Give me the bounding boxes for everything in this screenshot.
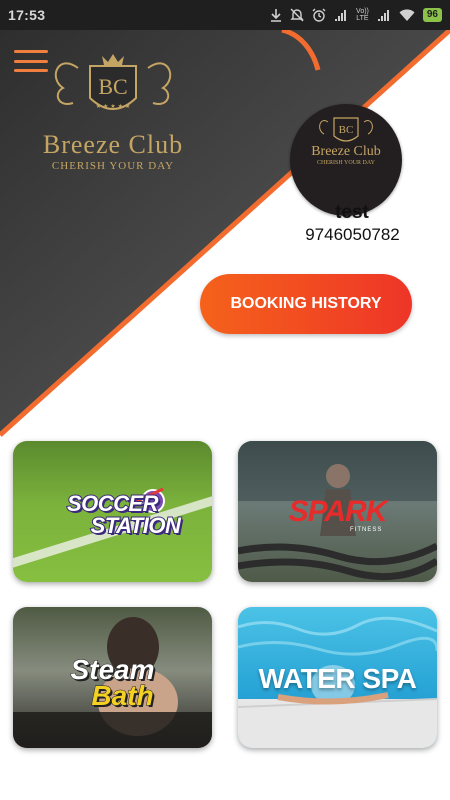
spark-title: SPARK [288, 495, 388, 528]
profile-avatar[interactable]: BC Breeze Club CHERISH YOUR DAY [290, 104, 402, 216]
soccer-title-line2: STATION [90, 513, 182, 538]
svg-text:BC: BC [339, 124, 354, 136]
user-phone: 9746050782 [305, 225, 400, 244]
brand-tagline: CHERISH YOUR DAY [51, 160, 175, 172]
signal-icon-2 [377, 9, 391, 22]
service-card-spark-fitness[interactable]: SPARK FITNESS [238, 441, 437, 582]
status-icons: Vo)) LTE 96 [270, 8, 442, 22]
service-card-steam-bath[interactable]: Steam Bath [13, 607, 212, 748]
status-time: 17:53 [8, 7, 46, 23]
service-card-soccer-station[interactable]: SOCCER STATION [13, 441, 212, 582]
avatar-brand-name: Breeze Club [311, 144, 381, 159]
booking-history-button[interactable]: BOOKING HISTORY [200, 274, 412, 334]
monogram-text: BC [98, 74, 127, 99]
battery-icon: 96 [422, 8, 442, 22]
service-card-water-spa[interactable]: WATER SPA [238, 607, 437, 748]
steam-title-line2: Bath [91, 680, 154, 711]
signal-icon [334, 9, 348, 22]
alarm-icon [312, 8, 326, 22]
download-icon [270, 8, 282, 22]
soccer-title-line1: SOCCER [66, 491, 160, 516]
volte-icon: Vo)) LTE [356, 8, 369, 22]
brand-logo: BC ★ ★ ★ ★ ★ Breeze Club CHERISH YOUR DA… [18, 48, 208, 178]
spark-subtitle: FITNESS [350, 527, 383, 533]
volte-bottom-label: LTE [356, 15, 369, 22]
avatar-brand-tagline: CHERISH YOUR DAY [317, 160, 375, 166]
svg-text:★ ★ ★ ★ ★: ★ ★ ★ ★ ★ [96, 103, 131, 110]
status-bar: 17:53 Vo)) LTE 96 [0, 0, 450, 30]
user-name: test [335, 202, 369, 223]
soccer-station-title: SOCCER STATION [13, 491, 212, 538]
wifi-icon [399, 8, 415, 22]
mute-icon [290, 8, 304, 22]
crest-icon: BC ★ ★ ★ ★ ★ [54, 54, 172, 110]
steam-bath-title: Steam Bath [13, 655, 212, 711]
water-spa-title: WATER SPA [258, 663, 417, 694]
volte-top-label: Vo)) [356, 8, 369, 15]
brand-name: Breeze Club [42, 130, 184, 159]
